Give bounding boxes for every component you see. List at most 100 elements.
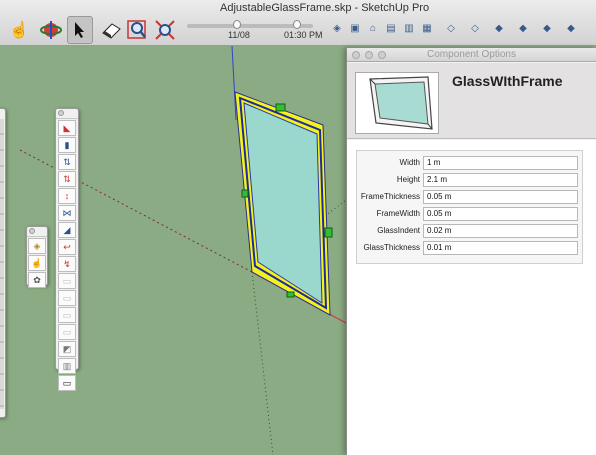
scale-grip-bottom[interactable] <box>286 291 295 298</box>
section-tool-button[interactable]: ▭ <box>58 307 76 323</box>
shaded-style-button[interactable]: ◆ <box>516 21 530 35</box>
attribute-row: GlassThickness 0.01 m <box>357 240 582 256</box>
palette-close-icon[interactable] <box>58 110 64 116</box>
interact-tool-button[interactable]: ☝ <box>28 255 46 271</box>
component-icon: ◈ <box>33 240 41 251</box>
move-tool-button[interactable]: ◣ <box>58 120 76 136</box>
attribute-value-field[interactable]: 0.02 m <box>423 224 578 238</box>
component-thumbnail <box>355 72 439 134</box>
eraser-tool-button[interactable] <box>98 16 124 44</box>
scale-grip-top[interactable] <box>275 103 286 112</box>
hand-icon: ☝ <box>9 22 29 39</box>
shaded-style-icon: ◆ <box>519 22 527 34</box>
interact-icon: ☝ <box>31 257 43 268</box>
palette-close-icon[interactable] <box>29 228 35 234</box>
component-name: GlassWIthFrame <box>452 73 563 89</box>
protractor-tool-button[interactable]: ↩ <box>58 239 76 255</box>
dimension-tool-button[interactable]: ▭ <box>58 273 76 289</box>
zoom-extents-button[interactable] <box>152 16 178 44</box>
axes-tool-button[interactable]: ↯ <box>58 256 76 272</box>
rotate-tool-button[interactable]: ⇅ <box>58 154 76 170</box>
right-view-button[interactable]: ▤ <box>384 21 398 35</box>
hidden-line-style-button[interactable]: ◆ <box>492 21 506 35</box>
attribute-row: FrameWidth 0.05 m <box>357 206 582 222</box>
attribute-value-field[interactable]: 0.05 m <box>423 207 578 221</box>
component-options-body: Width 1 m Height 2.1 m FrameThickness 0.… <box>347 140 596 455</box>
component-tool-button[interactable]: ◈ <box>28 238 46 254</box>
xray-style-icon: ◇ <box>447 22 455 34</box>
back-view-button[interactable]: ▥ <box>402 21 416 35</box>
paint-tool-button[interactable]: ▭ <box>58 324 76 340</box>
tool-palette-small: ◈ ☝ ✿ <box>26 226 48 288</box>
look-around-button[interactable]: ▭ <box>58 375 76 391</box>
attribute-label: FrameThickness <box>360 192 420 201</box>
zoom-extents-icon <box>155 20 175 40</box>
wireframe-style-button[interactable]: ◇ <box>468 21 482 35</box>
monitor-icon: ▭ <box>62 377 72 388</box>
dimension-icon: ▭ <box>62 275 72 286</box>
wireframe-style-icon: ◇ <box>471 22 479 34</box>
attribute-value-field[interactable]: 1 m <box>423 156 578 170</box>
attribute-label: FrameWidth <box>376 209 420 218</box>
eraser-icon <box>102 23 121 39</box>
protractor-icon: ↩ <box>63 241 71 252</box>
orbit-tool-button[interactable] <box>38 16 64 44</box>
thumbnail-image <box>369 76 433 130</box>
zoom-window-icon <box>127 20 146 39</box>
title-toolbar: AdjustableGlassFrame.skp - SketchUp Pro … <box>0 0 596 46</box>
palette-header <box>56 109 78 119</box>
tape-icon: ◢ <box>63 224 71 235</box>
attributes-icon: ✿ <box>33 274 41 285</box>
right-view-icon: ▤ <box>386 22 396 34</box>
attribute-label: Width <box>399 158 420 167</box>
textured-style-button[interactable]: ◆ <box>540 21 554 35</box>
date-slider-thumb[interactable] <box>233 20 241 29</box>
attribute-label: GlassThickness <box>363 243 420 252</box>
attributes-table: Width 1 m Height 2.1 m FrameThickness 0.… <box>356 150 583 264</box>
scale-grip-right[interactable] <box>324 227 333 238</box>
zoom-window-button[interactable] <box>124 16 150 44</box>
pushpull-icon: ▮ <box>64 139 70 150</box>
top-view-icon: ▣ <box>350 22 360 34</box>
orbit-icon <box>40 21 62 39</box>
attribute-label: Height <box>396 175 420 184</box>
followme-icon: ⇅ <box>63 173 71 184</box>
text-tool-button[interactable]: ▭ <box>58 290 76 306</box>
attribute-row: FrameThickness 0.05 m <box>357 189 582 205</box>
left-view-button[interactable]: ▦ <box>420 21 434 35</box>
attribute-row: GlassIndent 0.02 m <box>357 223 582 239</box>
text-icon: ▭ <box>62 292 72 303</box>
attribute-value-field[interactable]: 2.1 m <box>423 173 578 187</box>
iso-view-button[interactable]: ◈ <box>330 21 344 35</box>
time-slider-thumb[interactable] <box>293 20 301 29</box>
top-view-button[interactable]: ▣ <box>348 21 362 35</box>
front-view-button[interactable]: ⌂ <box>366 21 380 35</box>
offset-icon: ⋈ <box>62 207 72 218</box>
monochrome-style-icon: ◆ <box>567 22 575 34</box>
attribute-value-field[interactable]: 0.01 m <box>423 241 578 255</box>
attribute-label: GlassIndent <box>377 226 420 235</box>
shadow-time-label: 01:30 PM <box>284 30 323 40</box>
pushpull-tool-button[interactable]: ▮ <box>58 137 76 153</box>
camera-icon: ▥ <box>62 360 72 371</box>
attribute-row: Width 1 m <box>357 155 582 171</box>
left-edge-tool-strip[interactable] <box>0 119 4 409</box>
scale-grip-left[interactable] <box>241 189 249 198</box>
back-view-icon: ▥ <box>404 22 414 34</box>
scale-tool-button[interactable]: ↕ <box>58 188 76 204</box>
scale-icon: ↕ <box>64 191 70 201</box>
hand-tool-button[interactable]: ☝ <box>6 16 32 44</box>
walk-tool-button[interactable]: ◩ <box>58 341 76 357</box>
position-camera-button[interactable]: ▥ <box>58 358 76 374</box>
window-title: AdjustableGlassFrame.skp - SketchUp Pro <box>220 2 430 14</box>
rotate-icon: ⇅ <box>63 156 71 167</box>
followme-tool-button[interactable]: ⇅ <box>58 171 76 187</box>
component-attributes-button[interactable]: ✿ <box>28 272 46 288</box>
offset-tool-button[interactable]: ⋈ <box>58 205 76 221</box>
select-tool-button[interactable] <box>67 16 93 44</box>
section-icon: ▭ <box>62 309 72 320</box>
attribute-value-field[interactable]: 0.05 m <box>423 190 578 204</box>
tape-tool-button[interactable]: ◢ <box>58 222 76 238</box>
xray-style-button[interactable]: ◇ <box>444 21 458 35</box>
monochrome-style-button[interactable]: ◆ <box>564 21 578 35</box>
